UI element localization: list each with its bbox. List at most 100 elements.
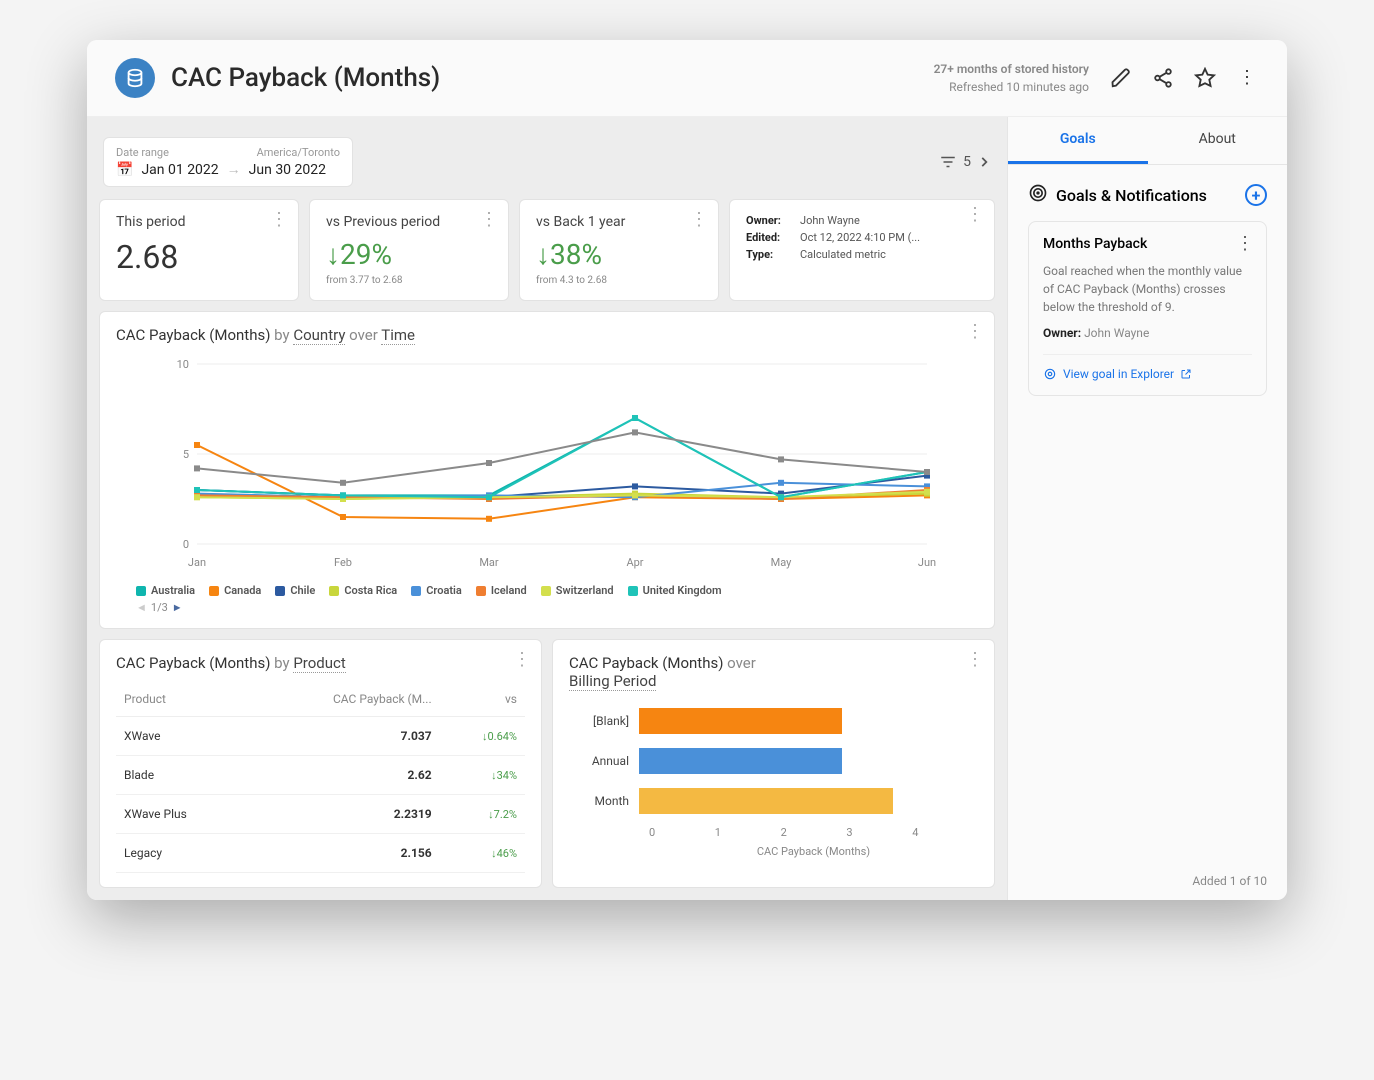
more-icon[interactable]: [513, 650, 531, 669]
more-icon[interactable]: [270, 210, 288, 229]
kpi-this-period: This period 2.68: [99, 199, 299, 301]
chevron-right-icon: [977, 155, 991, 169]
svg-text:Mar: Mar: [479, 556, 499, 569]
table-row[interactable]: Legacy2.156↓46%: [116, 834, 525, 873]
billing-bar-panel: CAC Payback (Months) over Billing Period…: [552, 639, 995, 888]
legend-item[interactable]: Chile: [275, 584, 315, 597]
svg-text:10: 10: [177, 358, 189, 371]
legend-item[interactable]: Iceland: [476, 584, 527, 597]
view-goal-link[interactable]: View goal in Explorer: [1043, 354, 1252, 381]
kpi-info: Owner:John Wayne Edited:Oct 12, 2022 4:1…: [729, 199, 995, 301]
kpi-from: from 3.77 to 2.68: [326, 275, 492, 286]
date-label: Date range: [116, 146, 169, 159]
dim-product[interactable]: Product: [293, 654, 345, 673]
kpi-back-year: vs Back 1 year ↓38% from 4.3 to 2.68: [519, 199, 719, 301]
line-chart: 0 5 10 Jan Feb Mar Apr May Jun: [116, 354, 978, 578]
more-icon[interactable]: [480, 210, 498, 229]
legend-item[interactable]: Canada: [209, 584, 261, 597]
sidebar-tabs: Goals About: [1008, 117, 1287, 165]
line-chart-panel: CAC Payback (Months) by Country over Tim…: [99, 311, 995, 629]
kpi-row: This period 2.68 vs Previous period ↓29%…: [99, 199, 995, 301]
section-title: Goals & Notifications: [1056, 186, 1207, 205]
more-icon[interactable]: [966, 210, 984, 223]
main-content: Date range America/Toronto 📅 Jan 01 2022…: [87, 117, 1007, 900]
legend-item[interactable]: Australia: [136, 584, 195, 597]
bar-xlabel: CAC Payback (Months): [649, 845, 978, 858]
svg-text:May: May: [771, 556, 793, 569]
date-range-picker[interactable]: Date range America/Toronto 📅 Jan 01 2022…: [103, 137, 353, 187]
edit-icon[interactable]: [1109, 66, 1133, 90]
right-sidebar: Goals About Goals & Notifications + Mont…: [1007, 117, 1287, 900]
bar-axis: 01234: [649, 826, 978, 839]
svg-text:Jan: Jan: [188, 556, 206, 569]
goal-body: Goal reached when the monthly value of C…: [1043, 262, 1252, 316]
product-table-panel: CAC Payback (Months) by Product Product …: [99, 639, 542, 888]
svg-text:Jun: Jun: [918, 556, 936, 569]
chart-legend: Australia Canada Chile Costa Rica Croatia Ice…: [116, 584, 978, 597]
kpi-label: vs Back 1 year: [536, 214, 702, 230]
goal-card: Months Payback Goal reached when the mon…: [1028, 221, 1267, 396]
filter-row: Date range America/Toronto 📅 Jan 01 2022…: [99, 129, 995, 199]
target-icon: [1043, 367, 1057, 381]
panel-title: CAC Payback (Months) by Country over Tim…: [116, 326, 978, 344]
svg-text:Feb: Feb: [334, 556, 352, 569]
panel-title: CAC Payback (Months) over Billing Period: [569, 654, 978, 690]
add-goal-button[interactable]: +: [1245, 184, 1267, 206]
more-icon[interactable]: [1236, 234, 1254, 253]
chevron-left-icon: ◄: [136, 601, 147, 614]
dim-billing[interactable]: Billing Period: [569, 672, 656, 691]
bar-chart: [Blank] Annual Month: [569, 706, 978, 816]
product-table: Product CAC Payback (M... vs XWave7.037↓…: [116, 682, 525, 873]
more-icon[interactable]: [966, 650, 984, 669]
table-row[interactable]: XWave Plus2.2319↓7.2%: [116, 795, 525, 834]
more-icon[interactable]: [1235, 66, 1259, 90]
legend-pager[interactable]: ◄ 1/3 ►: [116, 601, 978, 614]
filter-count: 5: [963, 154, 971, 170]
table-row[interactable]: XWave7.037↓0.64%: [116, 717, 525, 756]
legend-item[interactable]: United Kingdom: [628, 584, 722, 597]
date-end: Jun 30 2022: [249, 162, 326, 178]
goal-title: Months Payback: [1043, 236, 1252, 252]
target-icon: [1028, 183, 1048, 207]
legend-item[interactable]: Switzerland: [541, 584, 614, 597]
tab-goals[interactable]: Goals: [1008, 117, 1148, 164]
kpi-delta: ↓38%: [536, 238, 702, 271]
external-link-icon: [1180, 368, 1192, 380]
kpi-label: This period: [116, 214, 282, 230]
kpi-label: vs Previous period: [326, 214, 492, 230]
more-icon[interactable]: [966, 322, 984, 341]
tab-about[interactable]: About: [1148, 117, 1288, 164]
refreshed-text: Refreshed 10 minutes ago: [934, 78, 1089, 96]
filter-icon: [939, 153, 957, 171]
dim-country[interactable]: Country: [293, 326, 345, 345]
dim-time[interactable]: Time: [381, 326, 415, 345]
table-row[interactable]: Blade2.62↓34%: [116, 756, 525, 795]
svg-text:5: 5: [183, 448, 189, 461]
kpi-from: from 4.3 to 2.68: [536, 275, 702, 286]
filter-toggle[interactable]: 5: [939, 153, 991, 171]
panel-title: CAC Payback (Months) by Product: [116, 654, 525, 672]
chevron-right-icon: ►: [172, 601, 183, 614]
metric-db-icon: [115, 58, 155, 98]
history-text: 27+ months of stored history: [934, 60, 1089, 78]
goals-section: Goals & Notifications + Months Payback G…: [1008, 165, 1287, 414]
kpi-delta: ↓29%: [326, 238, 492, 271]
star-icon[interactable]: [1193, 66, 1217, 90]
calendar-icon: 📅: [116, 162, 133, 178]
bar-row: Annual: [569, 746, 978, 776]
page-title: CAC Payback (Months): [171, 63, 440, 93]
date-start: Jan 01 2022: [141, 162, 218, 178]
share-icon[interactable]: [1151, 66, 1175, 90]
legend-item[interactable]: Croatia: [411, 584, 462, 597]
svg-text:Apr: Apr: [626, 556, 643, 569]
more-icon[interactable]: [690, 210, 708, 229]
kpi-prev-period: vs Previous period ↓29% from 3.77 to 2.6…: [309, 199, 509, 301]
bar-row: Month: [569, 786, 978, 816]
timezone: America/Toronto: [257, 146, 340, 159]
legend-item[interactable]: Costa Rica: [329, 584, 397, 597]
arrow-icon: →: [227, 161, 241, 178]
bar-row: [Blank]: [569, 706, 978, 736]
svg-text:0: 0: [183, 538, 189, 551]
kpi-value: 2.68: [116, 238, 282, 276]
header-metadata: 27+ months of stored history Refreshed 1…: [934, 60, 1089, 96]
